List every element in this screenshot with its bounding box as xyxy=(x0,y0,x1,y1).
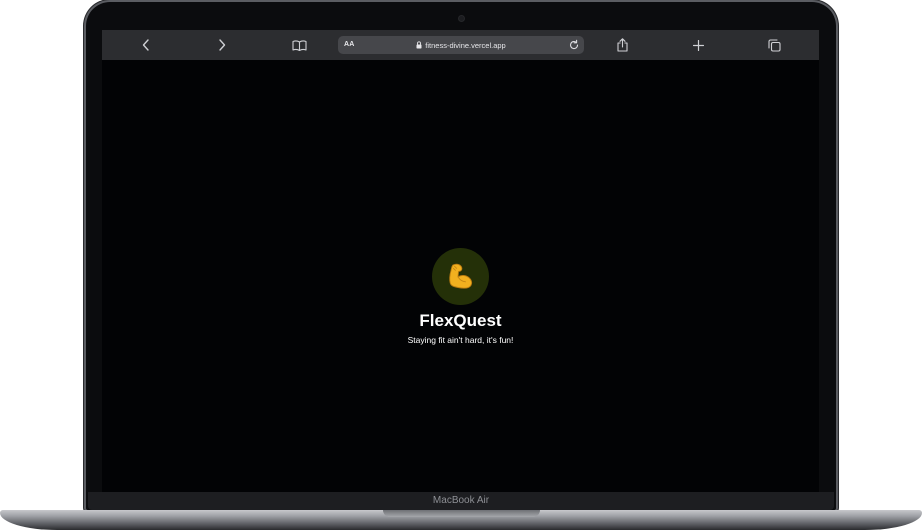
lock-icon xyxy=(416,41,422,49)
laptop-opening-notch xyxy=(383,510,540,517)
tabs-icon xyxy=(767,38,781,52)
app-logo xyxy=(432,248,489,305)
app-title: FlexQuest xyxy=(419,311,502,330)
browser-toolbar: AA fitness-divine.vercel.app xyxy=(102,30,819,60)
bookmarks-button[interactable] xyxy=(290,30,308,60)
url-text: fitness-divine.vercel.app xyxy=(425,40,506,50)
web-page: FlexQuest Staying fit ain't hard, it's f… xyxy=(102,60,819,492)
share-icon xyxy=(616,38,628,52)
tabs-overview-button[interactable] xyxy=(766,30,782,60)
share-button[interactable] xyxy=(614,30,630,60)
book-icon xyxy=(291,39,307,51)
flexed-biceps-icon xyxy=(449,263,473,289)
url-display: fitness-divine.vercel.app xyxy=(338,36,584,54)
back-button[interactable] xyxy=(138,30,154,60)
laptop-screen: AA fitness-divine.vercel.app FlexQuest S… xyxy=(102,30,819,492)
reload-icon[interactable] xyxy=(568,39,580,51)
camera-dot xyxy=(459,16,464,21)
chevron-left-icon xyxy=(142,39,149,51)
chevron-right-icon xyxy=(219,39,226,51)
address-bar[interactable]: AA fitness-divine.vercel.app xyxy=(338,36,584,54)
forward-button[interactable] xyxy=(214,30,230,60)
laptop-chin: MacBook Air xyxy=(88,492,834,510)
device-label: MacBook Air xyxy=(432,495,490,506)
plus-icon xyxy=(692,39,704,51)
app-tagline: Staying fit ain't hard, it's fun! xyxy=(407,335,514,345)
new-tab-button[interactable] xyxy=(690,30,706,60)
laptop-mockup: AA fitness-divine.vercel.app FlexQuest S… xyxy=(0,0,922,530)
